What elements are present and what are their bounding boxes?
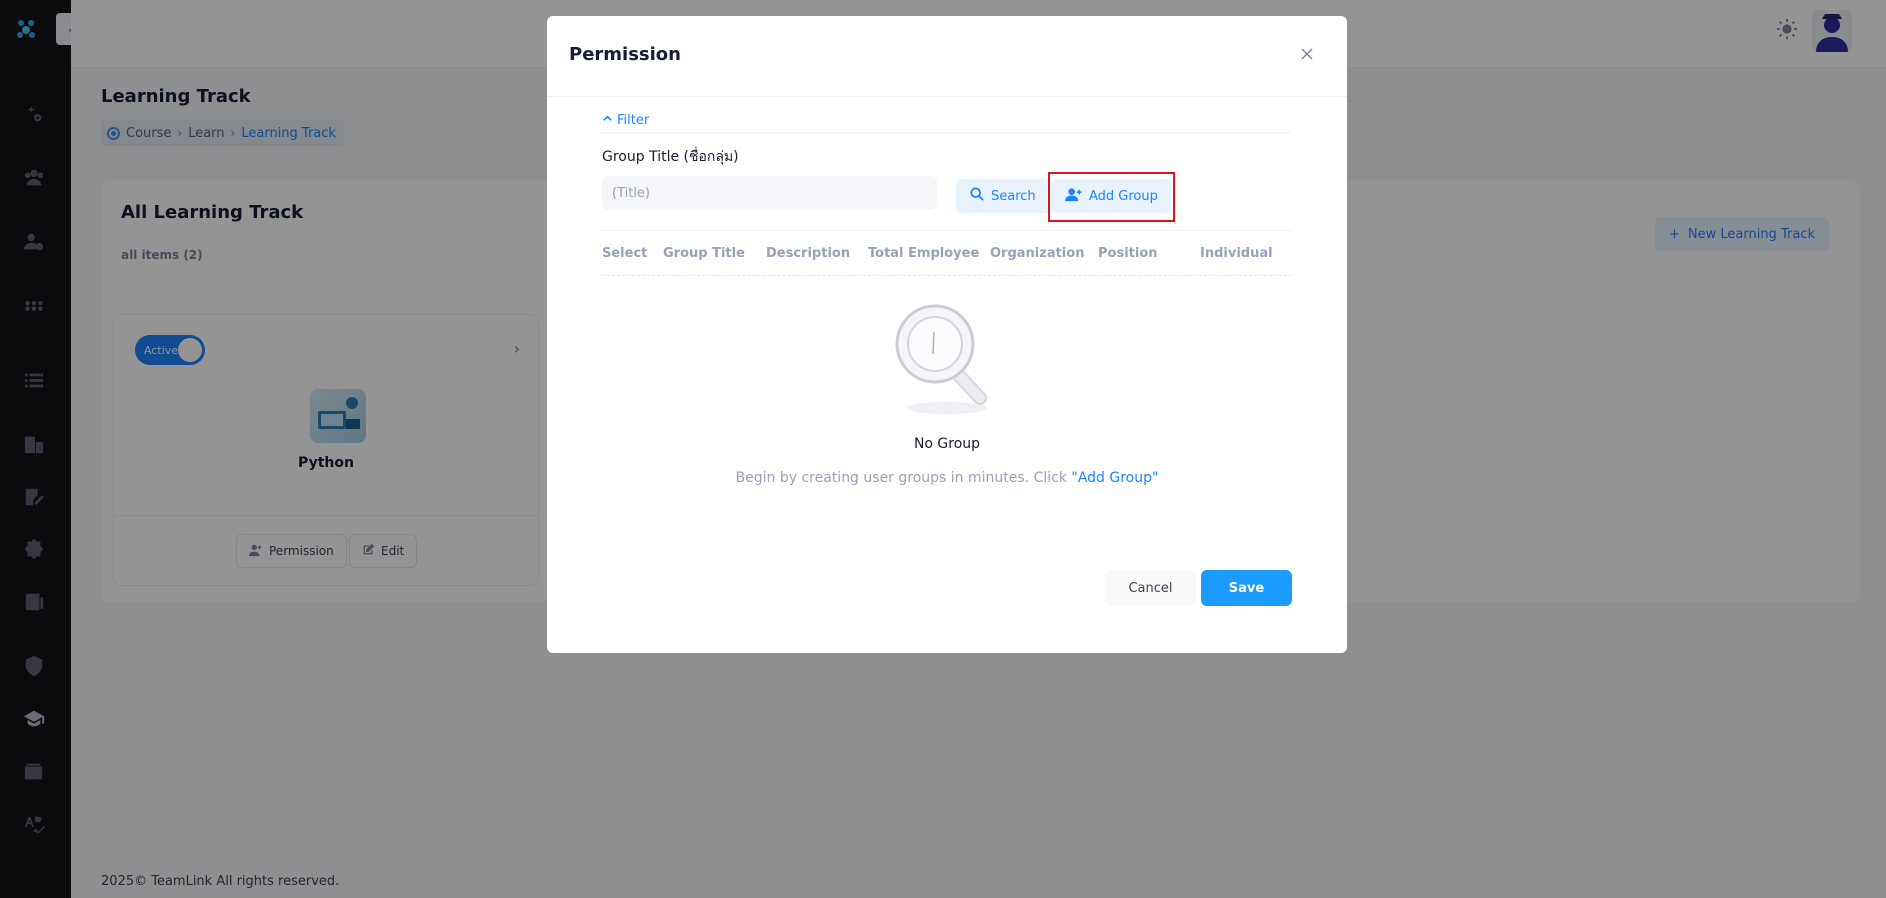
close-icon[interactable]: [1299, 46, 1315, 62]
column-header-total-employee: Total Employee: [868, 246, 980, 261]
search-icon: [970, 187, 984, 205]
table-header-divider: [602, 275, 1292, 276]
magnifying-glass-icon: [892, 300, 1002, 420]
empty-state-title: No Group: [913, 436, 981, 452]
save-button[interactable]: Save: [1201, 570, 1292, 606]
add-group-link[interactable]: "Add Group": [1071, 470, 1158, 486]
filter-divider: [602, 132, 1292, 133]
column-header-description: Description: [766, 246, 851, 261]
modal-title: Permission: [569, 44, 681, 65]
column-header-individual: Individual: [1200, 246, 1273, 261]
search-label: Search: [991, 188, 1036, 204]
group-title-input[interactable]: [602, 176, 937, 210]
modal-header-divider: [547, 96, 1347, 97]
group-table-header: Select Group Title Description Total Emp…: [602, 246, 1292, 266]
group-title-label: Group Title (ชื่อกลุ่ม): [602, 149, 739, 165]
search-button[interactable]: Search: [956, 179, 1050, 213]
empty-state-text: Begin by creating user groups in minutes…: [735, 470, 1072, 486]
filter-toggle[interactable]: Filter: [602, 113, 649, 128]
empty-state-description: Begin by creating user groups in minutes…: [547, 470, 1347, 486]
permission-modal: Permission Filter Group Title (ชื่อกลุ่ม…: [547, 16, 1347, 653]
cancel-button[interactable]: Cancel: [1105, 570, 1196, 606]
column-header-position: Position: [1098, 246, 1158, 261]
column-header-select: Select: [602, 246, 648, 261]
highlight-box: [1048, 172, 1175, 222]
table-divider: [602, 230, 1292, 231]
column-header-organization: Organization: [990, 246, 1085, 261]
chevron-up-icon: [602, 113, 613, 128]
filter-label: Filter: [617, 113, 650, 128]
column-header-group-title: Group Title: [663, 246, 745, 261]
